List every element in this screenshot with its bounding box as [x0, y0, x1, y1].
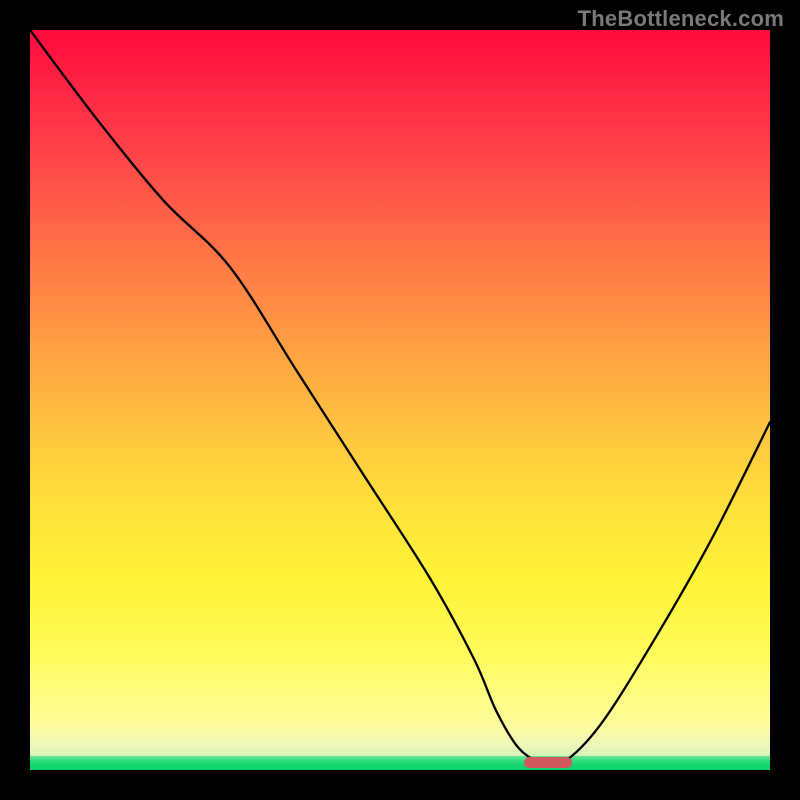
pale-yellow-band [30, 720, 770, 756]
plot-area [30, 30, 770, 770]
minimum-marker [524, 757, 572, 767]
watermark-text: TheBottleneck.com [578, 6, 784, 32]
background-gradient [30, 30, 770, 720]
chart-frame: TheBottleneck.com [0, 0, 800, 800]
green-bottom-strip [30, 756, 770, 770]
